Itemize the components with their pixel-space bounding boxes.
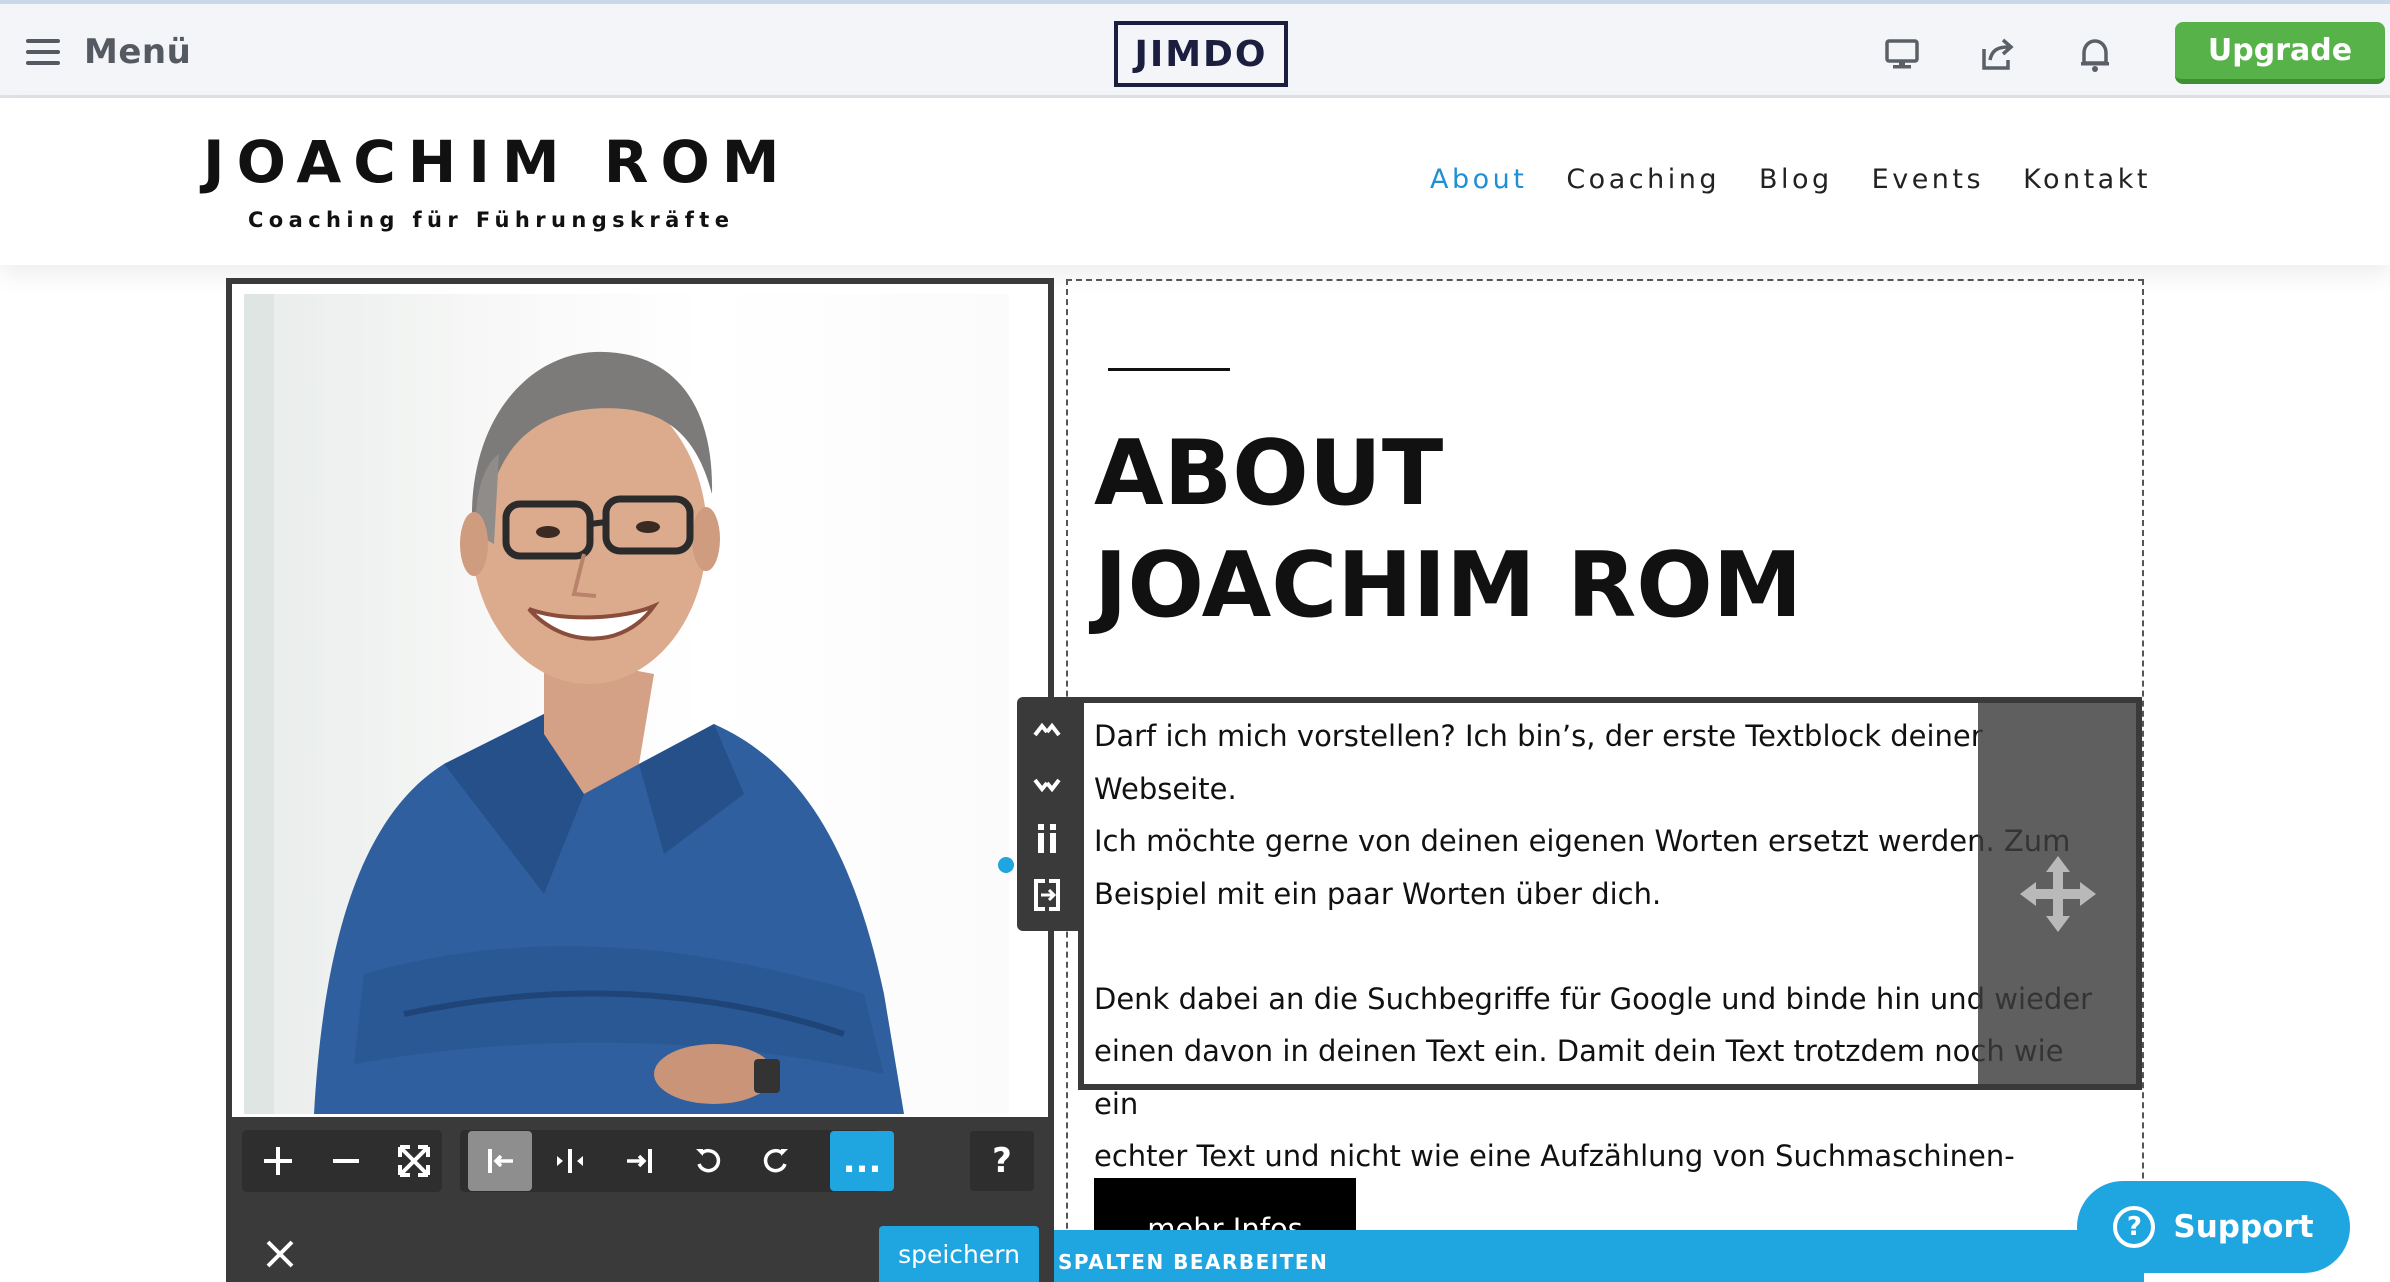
jimdo-logo[interactable]: JIMDO (1114, 21, 1288, 87)
nav-item-coaching[interactable]: Coaching (1566, 164, 1720, 195)
align-left-icon[interactable] (468, 1131, 532, 1191)
support-label: Support (2173, 1209, 2314, 1245)
element-side-toolbar (1017, 697, 1078, 931)
portrait-photo[interactable] (244, 294, 1009, 1114)
paragraph-1: Darf ich mich vorstellen? Ich bin’s, der… (1094, 719, 2071, 911)
menu-button[interactable]: Menü (26, 26, 191, 78)
site-header: JOACHIM ROM Coaching für Führungskräfte … (0, 98, 2390, 265)
fit-icon[interactable] (382, 1131, 446, 1191)
align-right-icon[interactable] (608, 1131, 672, 1191)
menu-label: Menü (84, 32, 192, 72)
share-icon[interactable] (1978, 34, 2018, 74)
bell-icon[interactable] (2075, 34, 2115, 74)
align-center-icon[interactable] (538, 1131, 602, 1191)
heading-line-2: JOACHIM ROM (1094, 533, 1803, 638)
move-down-icon[interactable] (1027, 764, 1067, 804)
zoom-in-icon[interactable] (246, 1131, 310, 1191)
column-resize-handle[interactable] (998, 857, 1014, 873)
help-circle-icon: ? (2113, 1206, 2156, 1248)
help-button[interactable]: ? (970, 1131, 1034, 1191)
nav-item-about[interactable]: About (1430, 164, 1527, 195)
monitor-icon[interactable] (1882, 34, 1922, 74)
support-button[interactable]: ? Support (2077, 1181, 2350, 1273)
nav-item-events[interactable]: Events (1872, 164, 1984, 195)
heading-line-1: ABOUT (1094, 421, 1444, 526)
swap-icon[interactable] (1027, 875, 1067, 915)
close-icon[interactable] (262, 1236, 298, 1272)
move-icon[interactable] (2018, 854, 2098, 934)
rotate-right-icon[interactable] (744, 1131, 808, 1191)
copy-icon[interactable] (1027, 819, 1067, 859)
rotate-left-icon[interactable] (676, 1131, 740, 1191)
image-toolbar: ... ? (232, 1117, 1048, 1208)
nav-item-blog[interactable]: Blog (1759, 164, 1833, 195)
save-button[interactable]: speichern (879, 1226, 1039, 1282)
more-options-button[interactable]: ... (830, 1131, 894, 1191)
site-title[interactable]: JOACHIM ROM (203, 128, 792, 196)
heading-divider (1108, 368, 1230, 371)
editor-topbar: Menü JIMDO Upgrade (0, 0, 2390, 98)
upgrade-button[interactable]: Upgrade (2175, 22, 2385, 84)
site-subtitle: Coaching für Führungskräfte (248, 208, 735, 232)
hamburger-icon (26, 39, 60, 65)
move-up-icon[interactable] (1027, 711, 1067, 751)
zoom-out-icon[interactable] (314, 1131, 378, 1191)
edit-columns-bar[interactable]: SPALTEN BEARBEITEN (1054, 1230, 2144, 1282)
main-navigation: About Coaching Blog Events Kontakt (1430, 164, 2190, 195)
about-heading[interactable]: ABOUT JOACHIM ROM (1094, 418, 1802, 642)
nav-item-kontakt[interactable]: Kontakt (2023, 164, 2151, 195)
